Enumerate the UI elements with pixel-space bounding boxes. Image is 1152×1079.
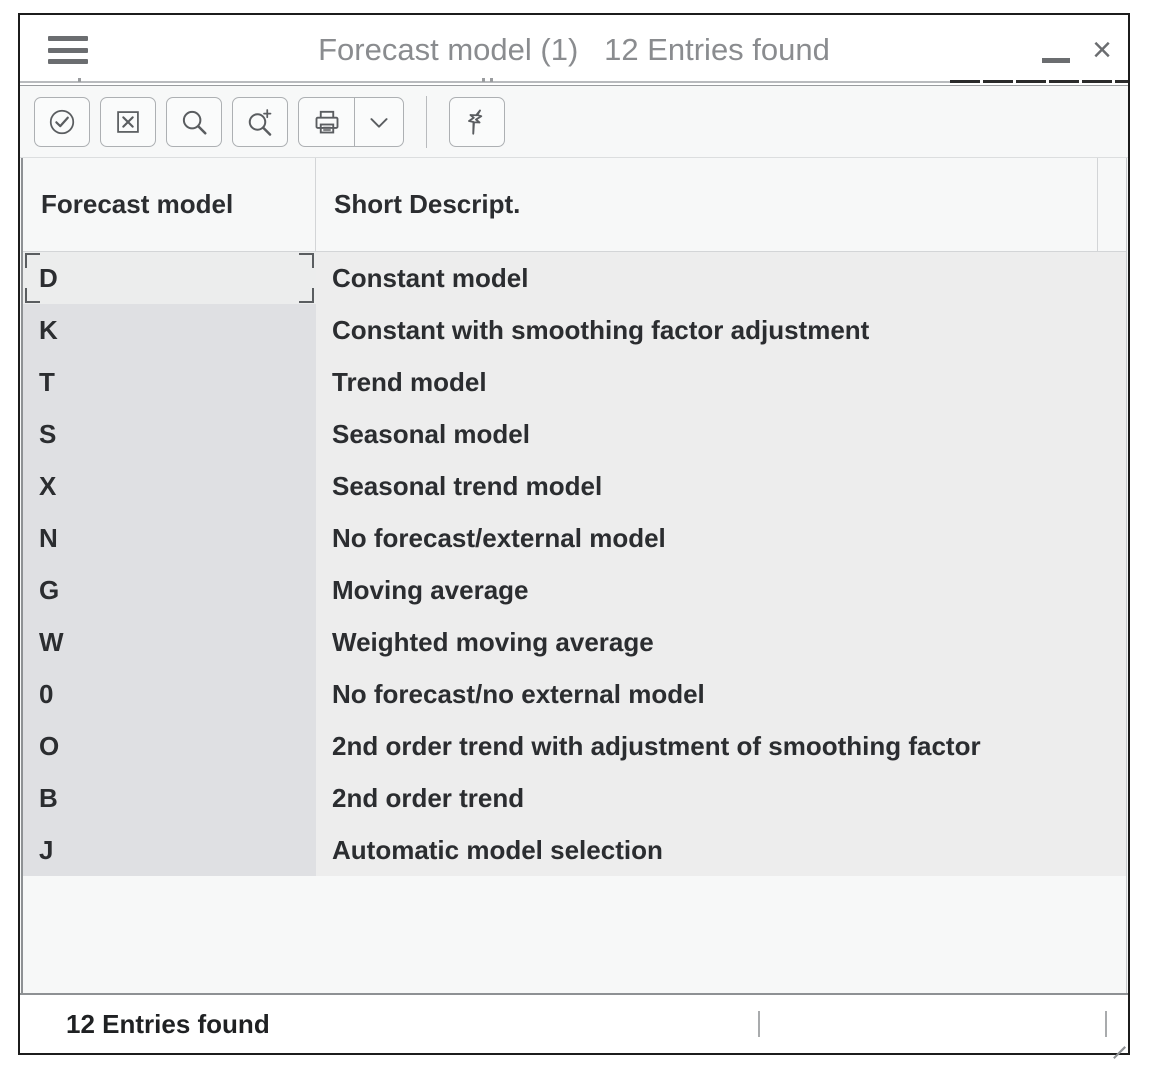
cell-forecast-model[interactable]: D (23, 252, 316, 304)
cell-extra[interactable] (1098, 616, 1126, 668)
screen: Forecast model (1) 12 Entries found × (0, 0, 1152, 1079)
chevron-down-icon (365, 108, 393, 136)
table-row[interactable]: WWeighted moving average (23, 616, 1126, 668)
search-icon (179, 107, 209, 137)
cell-short-description[interactable]: 2nd order trend (316, 772, 1098, 824)
background-window-edge (950, 80, 1128, 83)
cell-extra[interactable] (1098, 408, 1126, 460)
table-body: DConstant modelKConstant with smoothing … (23, 252, 1126, 993)
cell-extra[interactable] (1098, 824, 1126, 876)
cancel-button[interactable] (100, 97, 156, 147)
cell-forecast-model[interactable]: S (23, 408, 316, 460)
cell-extra[interactable] (1098, 668, 1126, 720)
cancel-box-icon (114, 108, 142, 136)
cell-forecast-model[interactable]: 0 (23, 668, 316, 720)
dialog-body: Forecast model Short Descript. DConstant… (20, 85, 1128, 1053)
table-empty-area (23, 876, 1126, 993)
pin-icon (462, 107, 492, 137)
cell-short-description[interactable]: 2nd order trend with adjustment of smoot… (316, 720, 1098, 772)
table-row[interactable]: GMoving average (23, 564, 1126, 616)
table-row[interactable]: KConstant with smoothing factor adjustme… (23, 304, 1126, 356)
cell-short-description[interactable]: Trend model (316, 356, 1098, 408)
table-row[interactable]: JAutomatic model selection (23, 824, 1126, 876)
check-circle-button[interactable] (34, 97, 90, 147)
cell-short-description[interactable]: Moving average (316, 564, 1098, 616)
cell-short-description[interactable]: No forecast/external model (316, 512, 1098, 564)
search-button[interactable] (166, 97, 222, 147)
table-row[interactable]: SSeasonal model (23, 408, 1126, 460)
ghost-tick-left (78, 78, 81, 82)
cell-forecast-model[interactable]: W (23, 616, 316, 668)
cell-extra[interactable] (1098, 512, 1126, 564)
cell-forecast-model[interactable]: X (23, 460, 316, 512)
cell-forecast-model[interactable]: T (23, 356, 316, 408)
table-row[interactable]: XSeasonal trend model (23, 460, 1126, 512)
status-entries-found: 12 Entries found (20, 1009, 270, 1040)
cell-extra[interactable] (1098, 356, 1126, 408)
forecast-model-dialog: Forecast model (1) 12 Entries found × (18, 13, 1130, 1055)
cell-short-description[interactable]: Automatic model selection (316, 824, 1098, 876)
table-row[interactable]: 0No forecast/no external model (23, 668, 1126, 720)
table-row[interactable]: O2nd order trend with adjustment of smoo… (23, 720, 1126, 772)
cell-extra[interactable] (1098, 772, 1126, 824)
toolbar (20, 86, 1128, 158)
resize-grip[interactable] (1107, 1033, 1125, 1051)
cell-forecast-model[interactable]: O (23, 720, 316, 772)
table-row[interactable]: B2nd order trend (23, 772, 1126, 824)
cell-forecast-model[interactable]: K (23, 304, 316, 356)
cell-extra[interactable] (1098, 720, 1126, 772)
search-plus-button[interactable] (232, 97, 288, 147)
close-button[interactable]: × (1092, 33, 1112, 67)
cell-extra[interactable] (1098, 460, 1126, 512)
minimize-button[interactable] (1042, 58, 1070, 63)
status-bar: 12 Entries found (20, 993, 1128, 1053)
toolbar-separator (426, 96, 427, 148)
check-circle-icon (47, 107, 77, 137)
table-header-row: Forecast model Short Descript. (23, 158, 1126, 252)
title-bar: Forecast model (1) 12 Entries found × (20, 15, 1128, 85)
cell-extra[interactable] (1098, 564, 1126, 616)
cell-forecast-model[interactable]: G (23, 564, 316, 616)
column-header-forecast-model[interactable]: Forecast model (23, 158, 316, 251)
cell-short-description[interactable]: Seasonal model (316, 408, 1098, 460)
print-icon (312, 107, 342, 137)
cell-forecast-model[interactable]: B (23, 772, 316, 824)
cell-short-description[interactable]: No forecast/no external model (316, 668, 1098, 720)
cell-forecast-model[interactable]: J (23, 824, 316, 876)
cell-extra[interactable] (1098, 252, 1126, 304)
table-row[interactable]: TTrend model (23, 356, 1126, 408)
table-row[interactable]: NNo forecast/external model (23, 512, 1126, 564)
results-table: Forecast model Short Descript. DConstant… (21, 158, 1127, 993)
ghost-tick-mid-b (490, 78, 493, 82)
cell-extra[interactable] (1098, 304, 1126, 356)
column-header-short-description[interactable]: Short Descript. (316, 158, 1098, 251)
cell-short-description[interactable]: Constant with smoothing factor adjustmen… (316, 304, 1098, 356)
pin-button[interactable] (449, 97, 505, 147)
grip-line-3 (1120, 1047, 1125, 1052)
cell-short-description[interactable]: Weighted moving average (316, 616, 1098, 668)
cell-short-description[interactable]: Constant model (316, 252, 1098, 304)
status-separator-1 (758, 1011, 760, 1037)
cell-short-description[interactable]: Seasonal trend model (316, 460, 1098, 512)
column-header-extra[interactable] (1098, 158, 1126, 251)
ghost-tick-mid-a (482, 78, 485, 82)
print-button[interactable] (298, 97, 354, 147)
table-row[interactable]: DConstant model (23, 252, 1126, 304)
print-button-group (298, 97, 404, 147)
window-title: Forecast model (1) 12 Entries found (20, 32, 1128, 68)
cell-forecast-model[interactable]: N (23, 512, 316, 564)
window-controls: × (1042, 33, 1112, 67)
print-options-dropdown[interactable] (354, 97, 404, 147)
search-plus-icon (245, 107, 275, 137)
